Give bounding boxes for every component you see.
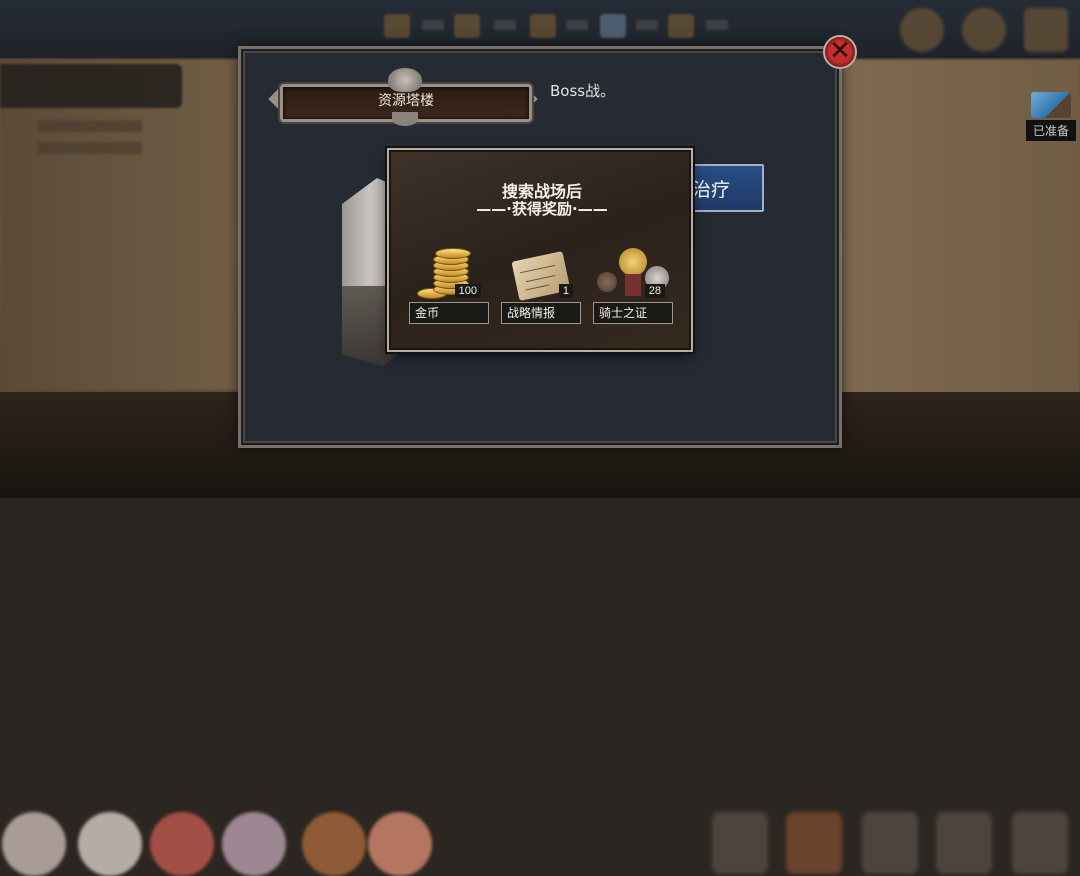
item-label: 战略情报 bbox=[501, 302, 581, 324]
item-count: 1 bbox=[558, 284, 573, 298]
unit-slot[interactable] bbox=[712, 812, 768, 874]
reward-item-intel[interactable]: 1 战略情报 bbox=[501, 248, 581, 328]
item-count: 28 bbox=[644, 284, 665, 298]
crest-bottom-ornament bbox=[392, 112, 418, 126]
reward-item-knight-proof[interactable]: 28 骑士之证 bbox=[593, 248, 673, 328]
party-portrait[interactable] bbox=[78, 812, 142, 876]
item-count: 100 bbox=[454, 284, 481, 298]
item-label: 金币 bbox=[409, 302, 489, 324]
location-description: Boss战。 bbox=[550, 82, 616, 100]
unit-slot[interactable] bbox=[786, 812, 842, 874]
unit-slot[interactable] bbox=[1012, 812, 1068, 874]
party-portrait[interactable] bbox=[222, 812, 286, 876]
item-label: 骑士之证 bbox=[593, 302, 673, 324]
reward-subtitle: ——·获得奖励·—— bbox=[476, 200, 608, 218]
party-portrait[interactable] bbox=[302, 812, 366, 876]
reward-popup[interactable]: 搜索战场后 ——·获得奖励·—— 100 金币 1 战略情报 28 骑士之证 bbox=[389, 150, 691, 350]
unit-slot[interactable] bbox=[936, 812, 992, 874]
heal-button[interactable]: 治疗 bbox=[686, 164, 764, 212]
party-portrait[interactable] bbox=[2, 812, 66, 876]
lion-crest-icon bbox=[388, 68, 422, 92]
location-title-plaque: 资源塔楼 bbox=[268, 68, 542, 130]
close-icon[interactable]: ✕ bbox=[823, 35, 857, 69]
unit-slot[interactable] bbox=[862, 812, 918, 874]
party-portrait[interactable] bbox=[150, 812, 214, 876]
party-portrait[interactable] bbox=[368, 812, 432, 876]
location-title: 资源塔楼 bbox=[378, 93, 434, 109]
reward-item-gold[interactable]: 100 金币 bbox=[409, 248, 489, 328]
